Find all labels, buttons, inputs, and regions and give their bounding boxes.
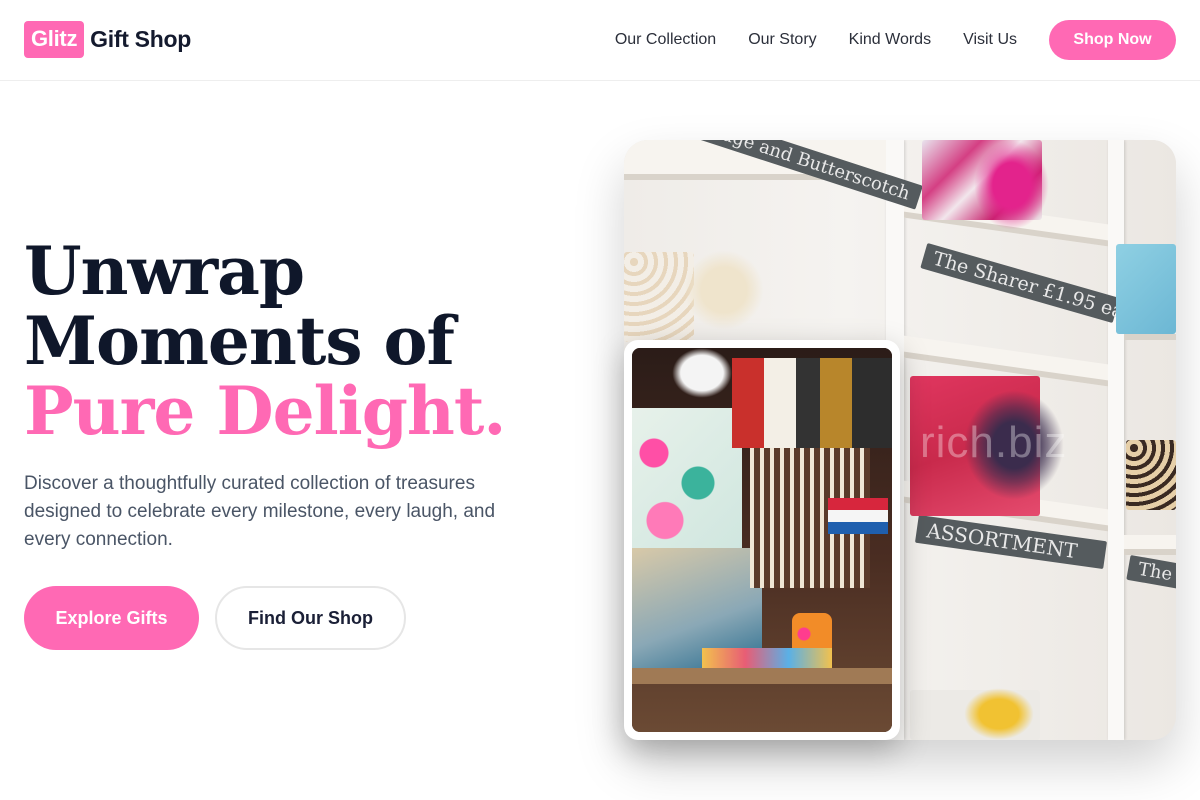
nav-link-our-story[interactable]: Our Story (748, 31, 816, 49)
small-flag (828, 498, 888, 534)
hero-title-accent: Pure Delight. (24, 372, 506, 450)
shelf-post (1108, 140, 1124, 740)
nav-link-our-collection[interactable]: Our Collection (615, 31, 716, 49)
hero-inset-image-frame (624, 340, 900, 740)
gift-ribbon (684, 250, 764, 330)
nav-link-kind-words[interactable]: Kind Words (849, 31, 931, 49)
stall-plank (632, 668, 892, 684)
shop-now-button[interactable]: Shop Now (1049, 20, 1176, 60)
gift-box (1126, 440, 1176, 510)
hero-inset-stall-image (632, 348, 892, 732)
hero-description: Discover a thoughtfully curated collecti… (24, 473, 496, 550)
logo-text: Gift Shop (90, 26, 191, 52)
site-header: Glitz Gift Shop Our Collection Our Story… (0, 0, 1200, 81)
logo-badge: Glitz (24, 21, 85, 58)
main-nav: Our Collection Our Story Kind Words Visi… (615, 0, 1200, 80)
sweets-row (702, 648, 832, 668)
floral-fabric (632, 408, 742, 558)
nav-link-visit-us[interactable]: Visit Us (963, 31, 1017, 49)
hero-title: Unwrap Moments of Pure Delight. (24, 232, 506, 450)
gift-ribbon (974, 140, 1049, 230)
hero-title-line-2: Moments of (24, 302, 455, 380)
image-watermark: rich.biz (920, 418, 1068, 467)
white-bag (672, 348, 732, 398)
gift-box (1116, 244, 1176, 334)
explore-gifts-button[interactable]: Explore Gifts (24, 586, 199, 650)
bottles-shelf (732, 358, 892, 448)
logo[interactable]: Glitz Gift Shop (24, 21, 191, 58)
hero-title-line-1: Unwrap (24, 232, 305, 310)
find-our-shop-button[interactable]: Find Our Shop (215, 586, 406, 650)
shelf-plank (1124, 535, 1176, 555)
gift-ribbon (964, 688, 1034, 740)
